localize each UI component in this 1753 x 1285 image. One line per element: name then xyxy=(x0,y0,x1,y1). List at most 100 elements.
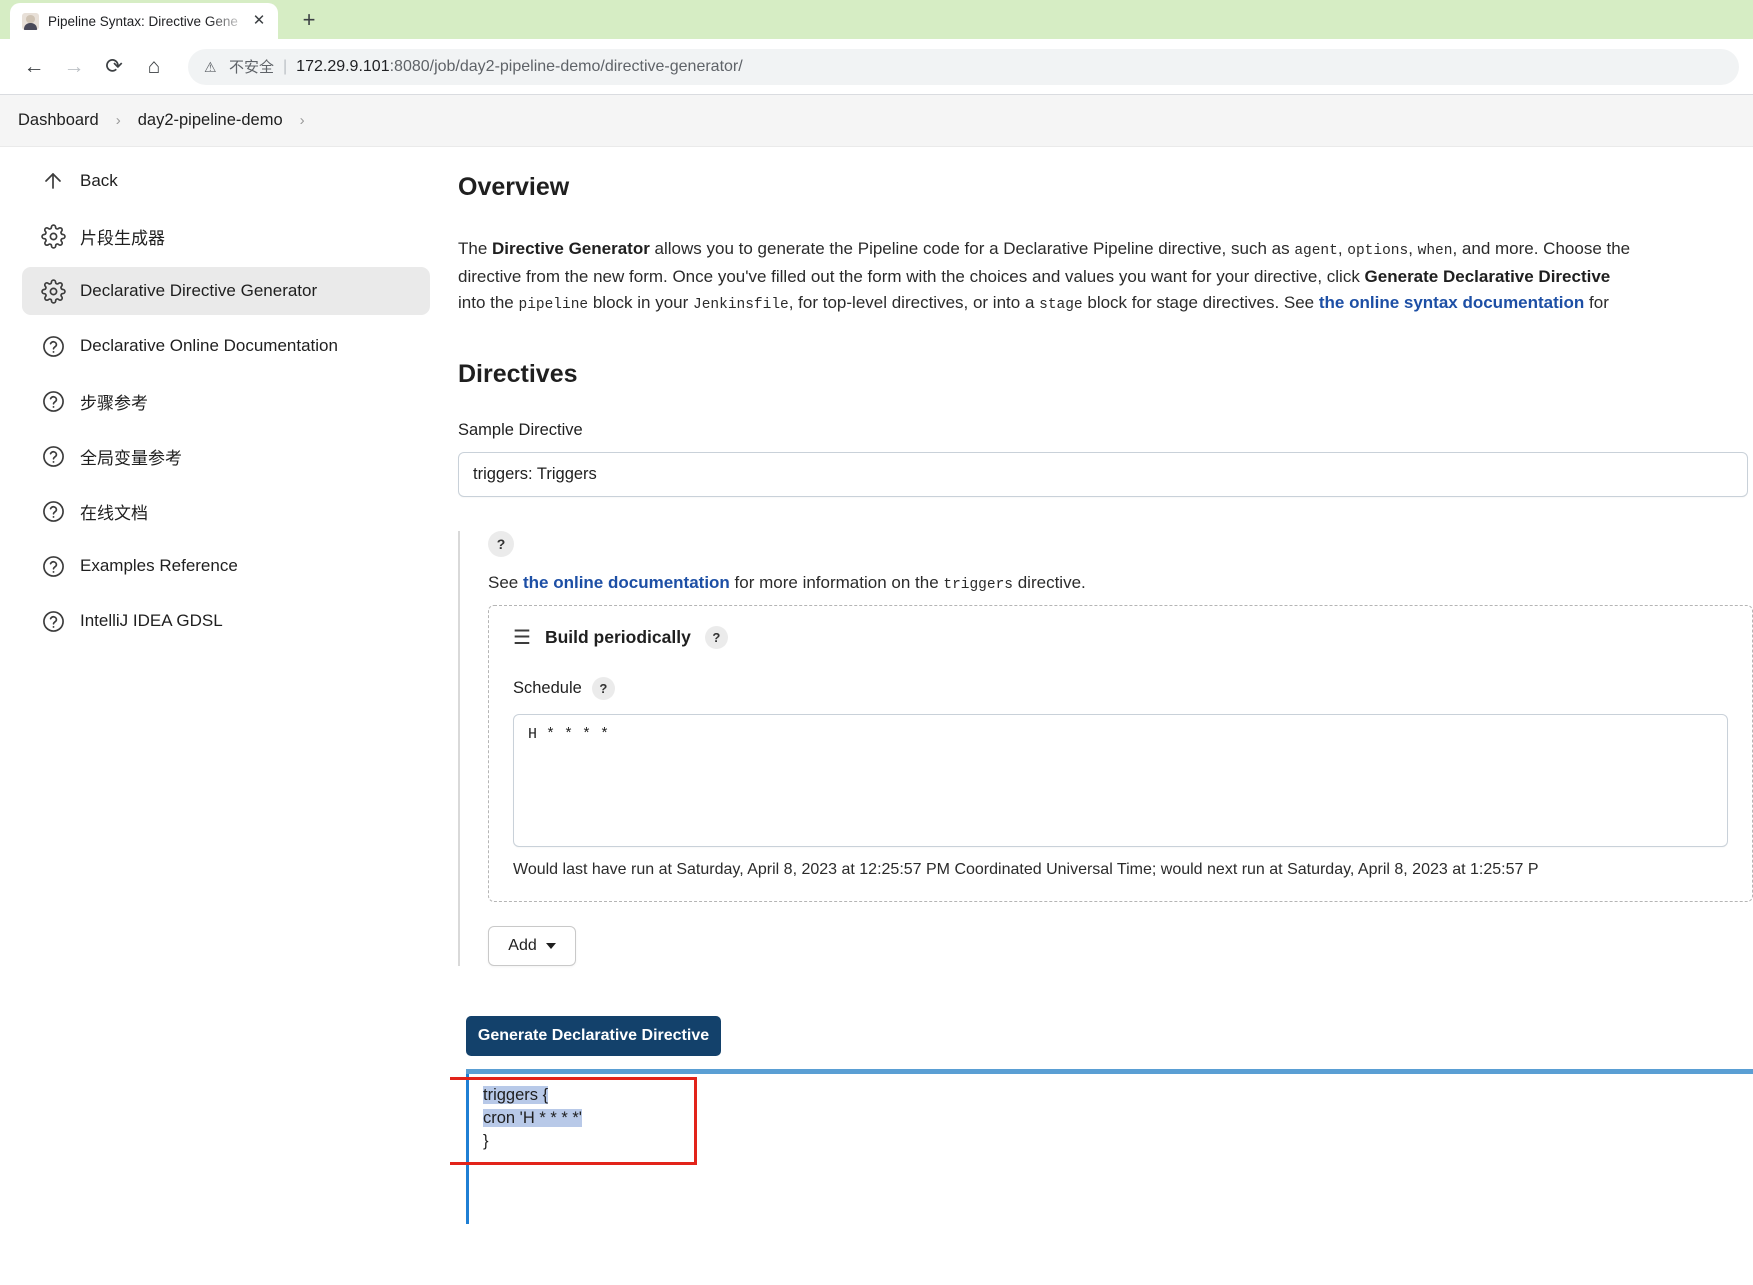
overview-text-7: , for top-level directives, or into a xyxy=(788,293,1040,312)
code-when: when xyxy=(1417,243,1453,259)
forward-icon[interactable]: → xyxy=(54,47,94,87)
code-jenkinsfile: Jenkinsfile xyxy=(693,297,789,313)
panel-header: ☰ Build periodically ? xyxy=(513,626,1728,649)
overview-text-4: directive from the new form. Once you've… xyxy=(458,267,1365,286)
sidebar-item-declarative-directive-generator[interactable]: Declarative Directive Generator xyxy=(22,267,430,315)
code-agent: agent xyxy=(1294,243,1338,259)
overview-text-3: , and more. Choose the xyxy=(1452,239,1631,258)
build-periodically-panel: ☰ Build periodically ? Schedule ? H * * … xyxy=(488,605,1753,902)
url-path: :8080/job/day2-pipeline-demo/directive-g… xyxy=(389,57,743,75)
schedule-label: Schedule xyxy=(513,679,582,697)
sample-directive-select[interactable]: triggers: Triggers xyxy=(458,452,1748,497)
tab-strip: Pipeline Syntax: Directive Gene ✕ + xyxy=(0,0,1753,39)
browser-toolbar: ← → ⟳ ⌂ ⚠ 不安全 | 172.29.9.101:8080/job/da… xyxy=(0,39,1753,95)
browser-tab[interactable]: Pipeline Syntax: Directive Gene ✕ xyxy=(10,3,278,39)
sidebar-item-label: 全局变量参考 xyxy=(80,448,182,468)
sidebar-item-label: IntelliJ IDEA GDSL xyxy=(80,611,223,630)
new-tab-button[interactable]: + xyxy=(292,6,326,36)
help-circle-icon xyxy=(36,494,70,528)
page-title: Overview xyxy=(458,173,570,201)
sidebar-item-global-variable-reference[interactable]: 全局变量参考 xyxy=(22,432,430,480)
code-pipeline: pipeline xyxy=(518,297,589,313)
back-icon[interactable]: ← xyxy=(14,47,54,87)
directive-help-row: ? xyxy=(488,531,1753,557)
directive-doc-line: See the online documentation for more in… xyxy=(488,573,1753,593)
breadcrumb-item-job[interactable]: day2-pipeline-demo xyxy=(138,111,283,130)
sidebar-item-snippet-generator[interactable]: 片段生成器 xyxy=(22,212,430,260)
drag-handle-icon[interactable]: ☰ xyxy=(513,628,531,648)
sidebar-item-label: Declarative Directive Generator xyxy=(80,281,318,300)
code-options: options xyxy=(1347,243,1409,259)
address-bar[interactable]: ⚠ 不安全 | 172.29.9.101:8080/job/day2-pipel… xyxy=(188,48,1739,85)
arrow-up-icon xyxy=(36,164,70,198)
help-circle-icon xyxy=(36,549,70,583)
gear-icon xyxy=(36,219,70,253)
breadcrumb-item-dashboard[interactable]: Dashboard xyxy=(18,111,99,130)
help-circle-icon xyxy=(36,604,70,638)
help-circle-icon xyxy=(36,384,70,418)
sidebar-item-steps-reference[interactable]: 步骤参考 xyxy=(22,377,430,425)
sidebar: Back 片段生成器 Declarative Directive Generat… xyxy=(0,147,450,1224)
code-triggers: triggers xyxy=(943,577,1013,593)
add-button-label: Add xyxy=(508,937,537,954)
panel-title: Build periodically xyxy=(544,627,691,647)
sidebar-item-label: 步骤参考 xyxy=(80,393,148,413)
help-icon[interactable]: ? xyxy=(591,677,615,700)
home-icon[interactable]: ⌂ xyxy=(134,47,174,87)
overview-text-5: into the xyxy=(458,293,519,312)
help-icon[interactable]: ? xyxy=(704,626,728,649)
directives-heading: Directives xyxy=(458,360,578,388)
generate-declarative-directive-button[interactable]: Generate Declarative Directive xyxy=(466,1016,721,1056)
online-documentation-link[interactable]: the online documentation xyxy=(523,573,730,592)
help-circle-icon xyxy=(36,329,70,363)
help-icon[interactable]: ? xyxy=(488,531,514,557)
sample-directive-value: triggers: Triggers xyxy=(473,465,597,483)
overview-bold-directive-generator: Directive Generator xyxy=(492,239,650,258)
help-circle-icon xyxy=(36,439,70,473)
reload-icon[interactable]: ⟳ xyxy=(94,47,134,87)
schedule-hint-text: Would last have run at Saturday, April 8… xyxy=(513,861,1539,878)
overview-text-2: allows you to generate the Pipeline code… xyxy=(649,239,1295,258)
overview-text-9: for xyxy=(1584,293,1609,312)
doc-prefix-text: See xyxy=(488,573,523,592)
generated-output-area: triggers { cron 'H * * * *' } xyxy=(450,1069,1753,1224)
overview-text-6: block in your xyxy=(588,293,694,312)
sidebar-item-label: Back xyxy=(80,171,118,190)
browser-chrome: Pipeline Syntax: Directive Gene ✕ + ← → … xyxy=(0,0,1753,95)
sidebar-item-label: Examples Reference xyxy=(80,556,238,575)
sidebar-item-back[interactable]: Back xyxy=(22,157,430,205)
overview-bold-generate: Generate Declarative Directive xyxy=(1364,267,1611,286)
sample-directive-label: Sample Directive xyxy=(458,421,583,439)
url-host: 172.29.9.101 xyxy=(296,57,390,75)
generated-code-line-2: cron 'H * * * *' xyxy=(483,1109,582,1127)
schedule-label-row: Schedule ? xyxy=(513,677,1728,700)
insecure-warning-icon: ⚠ xyxy=(204,58,217,75)
schedule-input[interactable]: H * * * * xyxy=(513,714,1728,847)
gear-icon xyxy=(36,274,70,308)
online-syntax-documentation-link[interactable]: the online syntax documentation xyxy=(1319,293,1584,312)
breadcrumb: Dashboard › day2-pipeline-demo › xyxy=(0,95,1753,147)
chevron-down-icon xyxy=(545,943,556,949)
sidebar-item-intellij-idea-gdsl[interactable]: IntelliJ IDEA GDSL xyxy=(22,597,430,645)
overview-text-8: block for stage directives. See xyxy=(1082,293,1319,312)
directive-form-block: ? See the online documentation for more … xyxy=(458,531,1753,966)
sidebar-item-examples-reference[interactable]: Examples Reference xyxy=(22,542,430,590)
generate-button-label: Generate Declarative Directive xyxy=(477,1027,710,1044)
overview-text-1: The xyxy=(458,239,493,258)
generated-code-text[interactable]: triggers { cron 'H * * * *' } xyxy=(483,1084,1753,1153)
sidebar-item-online-docs[interactable]: 在线文档 xyxy=(22,487,430,535)
chevron-right-icon: › xyxy=(299,112,305,129)
jenkins-favicon-icon xyxy=(22,12,39,30)
sidebar-item-label: Declarative Online Documentation xyxy=(80,336,338,355)
omnibox-separator: | xyxy=(283,57,288,75)
jenkins-page: Dashboard › day2-pipeline-demo › Back 片段… xyxy=(0,95,1753,1285)
tab-title: Pipeline Syntax: Directive Gene xyxy=(48,13,238,29)
generated-code-block[interactable]: triggers { cron 'H * * * *' } xyxy=(466,1074,1753,1224)
security-status-text: 不安全 xyxy=(229,59,275,76)
add-button[interactable]: Add xyxy=(488,926,576,966)
code-stage: stage xyxy=(1039,297,1083,313)
close-icon[interactable]: ✕ xyxy=(248,10,270,32)
overview-paragraph: The Directive Generator allows you to ge… xyxy=(458,239,1631,313)
sidebar-item-declarative-online-documentation[interactable]: Declarative Online Documentation xyxy=(22,322,430,370)
doc-mid-text: for more information on the xyxy=(729,573,944,592)
